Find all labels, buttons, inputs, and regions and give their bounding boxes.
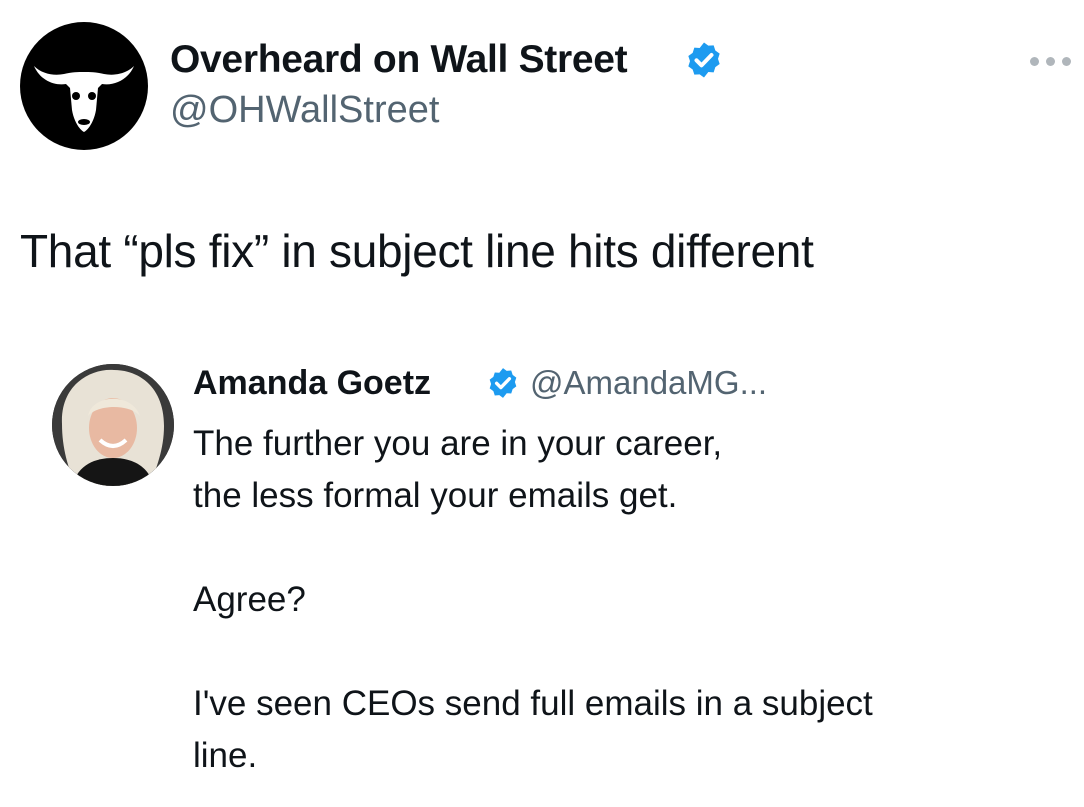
- verified-badge-icon: [688, 42, 720, 78]
- quoted-display-name[interactable]: Amanda Goetz: [193, 364, 431, 403]
- handle[interactable]: @OHWallStreet: [170, 89, 439, 132]
- tweet-header: Overheard on Wall Street @OHWallStreet: [0, 0, 1084, 170]
- verified-badge-icon: [489, 368, 517, 398]
- quoted-text-line: line.: [193, 736, 258, 775]
- tweet-text: That “pls fix” in subject line hits diff…: [20, 225, 814, 277]
- quoted-text-line: The further you are in your career,: [193, 424, 723, 463]
- quoted-tweet-body: The further you are in your career, the …: [193, 418, 873, 782]
- quoted-text-line: Agree?: [193, 580, 306, 619]
- bull-skull-icon: [34, 66, 134, 132]
- quoted-text-line: I've seen CEOs send full emails in a sub…: [193, 684, 873, 723]
- quoted-handle[interactable]: @AmandaMG...: [530, 364, 767, 402]
- more-dots-icon[interactable]: [1028, 52, 1074, 70]
- avatar[interactable]: [52, 364, 174, 486]
- profile-photo: [52, 364, 174, 486]
- quoted-text-line: the less formal your emails get.: [193, 476, 678, 515]
- display-name[interactable]: Overheard on Wall Street: [170, 38, 628, 82]
- quoted-tweet[interactable]: Amanda Goetz @AmandaMG... The further yo…: [0, 350, 1084, 807]
- avatar[interactable]: [20, 22, 148, 150]
